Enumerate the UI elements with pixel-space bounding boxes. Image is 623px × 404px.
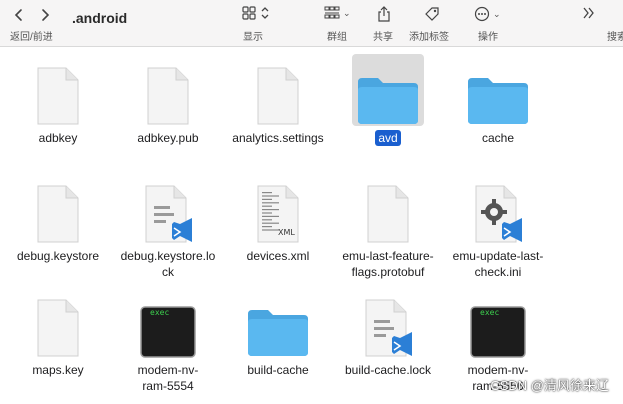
file-name-line: adbkey.pub (137, 131, 199, 145)
up-down-chevron-icon (261, 7, 269, 19)
actions-button[interactable]: ⌄ (474, 6, 501, 22)
file-name-line: modem-nv- (137, 363, 199, 377)
file-name: avd (375, 130, 401, 146)
document-icon (22, 286, 94, 358)
file-name-line: ram-5554 (142, 379, 194, 393)
file-item[interactable]: XML devices.xml (223, 172, 333, 264)
file-name: adbkey (39, 130, 78, 146)
file-name: adbkey.pub (137, 130, 198, 146)
file-name-line: debug.keystore.lo (120, 249, 216, 263)
ellipsis-circle-icon (474, 6, 490, 22)
grid-view-icon (242, 6, 256, 20)
file-name: build-cache.lock (345, 362, 431, 378)
file-name: devices.xml (247, 248, 310, 264)
share-label: 共享 (373, 32, 393, 43)
file-name-line: cache (481, 131, 515, 145)
file-item[interactable]: avd (333, 54, 443, 146)
file-item[interactable]: debug.keystore (3, 172, 113, 264)
search-label: 搜索 (607, 32, 623, 43)
terminal-exec-icon: exec (132, 286, 204, 358)
file-name-line: emu-update-last- (452, 249, 544, 263)
file-name: analytics.settings (232, 130, 323, 146)
document-icon (132, 54, 204, 126)
document-icon (22, 54, 94, 126)
file-type-badge: exec (480, 308, 500, 317)
file-name-line: maps.key (32, 363, 84, 377)
group-icon (324, 6, 340, 19)
folder-icon (462, 54, 534, 126)
group-label: 群组 (327, 32, 347, 43)
file-item[interactable]: debug.keystore.lo ck (113, 172, 223, 280)
file-name-line: ck (161, 265, 174, 279)
document-icon (352, 172, 424, 244)
vscode-document-icon (352, 286, 424, 358)
file-item[interactable]: build-cache.lock (333, 286, 443, 378)
file-name: debug.keystore.lo ck (121, 248, 216, 280)
file-name-line: build-cache.lock (344, 363, 432, 377)
back-forward-label: 返回/前进 (10, 32, 53, 43)
document-icon (22, 172, 94, 244)
file-name: emu-update-last-check.ini (453, 248, 544, 280)
file-name-line: check.ini (474, 265, 522, 279)
file-name: modem-nv-ram-5554 (138, 362, 199, 394)
share-button[interactable] (377, 6, 391, 22)
back-button[interactable] (8, 6, 30, 24)
folder-icon (242, 286, 314, 358)
display-button[interactable] (242, 6, 270, 20)
chevron-down-icon: ⌄ (343, 7, 351, 18)
file-item[interactable]: exec modem-nv-ram-5554 (113, 286, 223, 394)
file-item[interactable]: emu-update-last-check.ini (443, 172, 553, 280)
file-name-line: emu-last-feature- (342, 249, 434, 263)
file-item[interactable]: cache (443, 54, 553, 146)
file-item[interactable]: emu-last-feature-flags.protobuf (333, 172, 443, 280)
tags-label: 添加标签 (409, 32, 449, 43)
double-chevron-right-icon (583, 7, 594, 19)
file-type-badge: exec (150, 308, 170, 317)
share-icon (378, 6, 390, 22)
file-item[interactable]: adbkey.pub (113, 54, 223, 146)
actions-label: 操作 (478, 32, 498, 43)
forward-button[interactable] (34, 6, 56, 24)
file-grid: adbkey adbkey.pub analytics.settings avd cac… (0, 46, 623, 404)
file-type-badge: XML (278, 228, 295, 237)
folder-icon (352, 54, 424, 126)
terminal-exec-icon: exec (462, 286, 534, 358)
chevron-down-icon: ⌄ (493, 8, 501, 19)
file-name-line: flags.protobuf (351, 265, 425, 279)
file-name-line: devices.xml (246, 249, 310, 263)
tags-button[interactable] (424, 6, 440, 22)
file-name: maps.key (32, 362, 83, 378)
file-name-line: debug.keystore (16, 249, 100, 263)
tag-icon (425, 7, 439, 21)
more-toolbar-button[interactable] (582, 6, 596, 20)
file-name-line: analytics.settings (232, 131, 324, 145)
file-item[interactable]: maps.key (3, 286, 113, 378)
vscode-settings-icon (462, 172, 534, 244)
file-item[interactable]: analytics.settings (223, 54, 333, 146)
file-item[interactable]: adbkey (3, 54, 113, 146)
chevron-right-icon (42, 9, 50, 21)
display-label: 显示 (243, 32, 263, 43)
chevron-left-icon (14, 9, 22, 21)
file-name-line: avd (375, 130, 401, 146)
file-item[interactable]: build-cache (223, 286, 333, 378)
watermark: CSDN @清风徐来辽 (490, 378, 609, 393)
document-icon (242, 54, 314, 126)
file-name-line: adbkey (38, 131, 78, 145)
file-name: cache (482, 130, 514, 146)
vscode-document-icon (132, 172, 204, 244)
file-name: build-cache (247, 362, 308, 378)
group-button[interactable]: ⌄ (324, 6, 351, 20)
file-name: debug.keystore (17, 248, 99, 264)
file-name-line: build-cache (247, 363, 309, 377)
back-forward-buttons (8, 6, 56, 24)
file-name: emu-last-feature-flags.protobuf (342, 248, 433, 280)
xml-document-icon: XML (242, 172, 314, 244)
window-title: .android (72, 10, 128, 26)
toolbar: 返回/前进 .android 显示 ⌄ 群组 共享 添加标签 ⌄ 操作 搜索 (0, 0, 623, 47)
